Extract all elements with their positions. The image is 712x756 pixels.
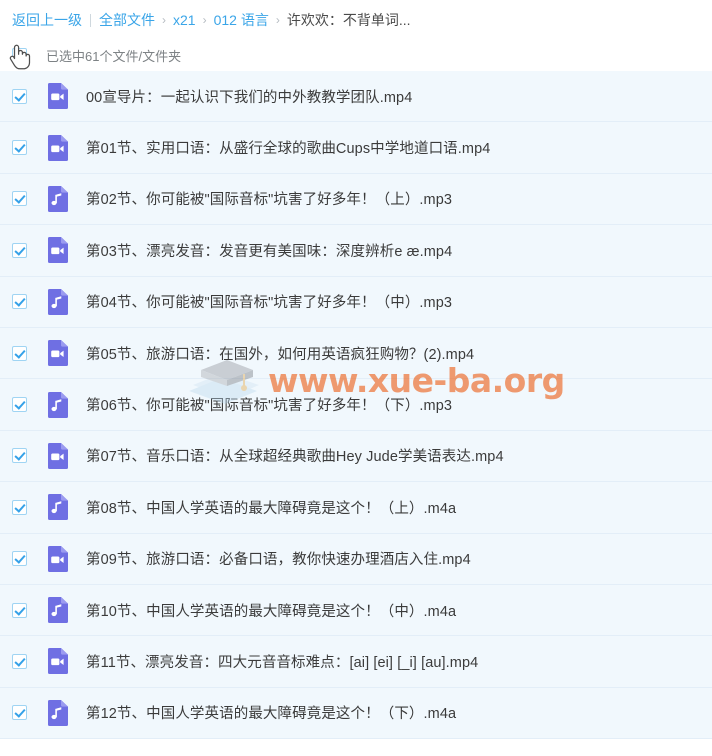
file-row[interactable]: 第12节、中国人学英语的最大障碍竟是这个！（下）.m4a bbox=[0, 687, 712, 740]
breadcrumb-separator-icon: › bbox=[162, 13, 166, 27]
breadcrumb-item-x21[interactable]: x21 bbox=[173, 12, 196, 28]
file-list: 00宣导片：一起认识下我们的中外教教学团队.mp4 第01节、实用口语：从盛行全球… bbox=[0, 71, 712, 740]
file-row[interactable]: 第03节、漂亮发音：发音更有美国味：深度辨析e æ.mp4 bbox=[0, 225, 712, 277]
video-file-icon bbox=[48, 237, 68, 264]
breadcrumb: 返回上一级 全部文件 › x21 › 012 语言 › 许欢欢：不背单词... bbox=[0, 0, 712, 40]
audio-file-icon bbox=[48, 699, 68, 726]
selection-summary-bar: 已选中61个文件/文件夹 bbox=[0, 40, 712, 71]
select-all-checkbox[interactable] bbox=[12, 48, 27, 63]
file-select-checkbox[interactable] bbox=[12, 551, 27, 567]
video-file-icon bbox=[48, 648, 68, 675]
audio-file-icon bbox=[48, 288, 68, 315]
file-name-label[interactable]: 第03节、漂亮发音：发音更有美国味：深度辨析e æ.mp4 bbox=[86, 240, 452, 261]
file-select-checkbox[interactable] bbox=[12, 345, 27, 361]
file-select-checkbox[interactable] bbox=[12, 88, 27, 104]
file-name-label[interactable]: 第02节、你可能被"国际音标"坑害了好多年！（上）.mp3 bbox=[86, 188, 452, 209]
audio-file-icon bbox=[48, 391, 68, 418]
video-file-icon bbox=[48, 545, 68, 572]
audio-file-icon bbox=[48, 597, 68, 624]
audio-file-icon bbox=[48, 185, 68, 212]
video-file-icon bbox=[46, 648, 68, 675]
file-row[interactable]: 第05节、旅游口语：在国外，如何用英语疯狂购物？(2).mp4 bbox=[0, 327, 712, 380]
file-row[interactable]: 第01节、实用口语：从盛行全球的歌曲Cups中学地道口语.mp4 bbox=[0, 122, 712, 175]
file-name-label[interactable]: 第04节、你可能被"国际音标"坑害了好多年！（中）.mp3 bbox=[86, 291, 452, 312]
audio-file-icon bbox=[46, 699, 68, 726]
audio-file-icon bbox=[46, 391, 68, 418]
file-row[interactable]: 第02节、你可能被"国际音标"坑害了好多年！（上）.mp3 bbox=[0, 173, 712, 226]
video-file-icon bbox=[46, 340, 68, 367]
video-file-icon bbox=[48, 340, 68, 367]
video-file-icon bbox=[48, 134, 68, 161]
file-select-checkbox[interactable] bbox=[12, 242, 27, 258]
file-row[interactable]: 第09节、旅游口语：必备口语，教你快速办理酒店入住.mp4 bbox=[0, 533, 712, 586]
file-row[interactable]: 第11节、漂亮发音：四大元音音标难点：[ai] [ei] [_i] [au].m… bbox=[0, 636, 712, 689]
breadcrumb-separator-icon: › bbox=[275, 13, 280, 27]
file-row[interactable]: 第06节、你可能被"国际音标"坑害了好多年！（下）.mp3 bbox=[0, 379, 712, 432]
audio-file-icon bbox=[46, 288, 68, 315]
file-name-label[interactable]: 第05节、旅游口语：在国外，如何用英语疯狂购物？(2).mp4 bbox=[86, 343, 474, 364]
video-file-icon bbox=[46, 134, 68, 161]
file-name-label[interactable]: 第08节、中国人学英语的最大障碍竟是这个！（上）.m4a bbox=[86, 497, 456, 518]
breadcrumb-vertical-divider bbox=[90, 13, 91, 27]
video-file-icon bbox=[48, 442, 68, 469]
breadcrumb-item-current: 许欢欢：不背单词... bbox=[286, 12, 411, 28]
file-select-checkbox[interactable] bbox=[12, 294, 27, 310]
file-name-label[interactable]: 第12节、中国人学英语的最大障碍竟是这个！（下）.m4a bbox=[86, 702, 456, 723]
audio-file-icon bbox=[48, 494, 68, 521]
file-name-label[interactable]: 第10节、中国人学英语的最大障碍竟是这个！（中）.m4a bbox=[86, 600, 456, 621]
audio-file-icon bbox=[46, 185, 68, 212]
audio-file-icon bbox=[46, 597, 68, 624]
breadcrumb-item-all-files[interactable]: 全部文件 bbox=[99, 10, 155, 30]
file-select-checkbox[interactable] bbox=[12, 397, 27, 413]
video-file-icon bbox=[46, 237, 68, 264]
file-select-checkbox[interactable] bbox=[12, 653, 27, 669]
file-name-label[interactable]: 00宣导片：一起认识下我们的中外教教学团队.mp4 bbox=[86, 86, 412, 107]
file-row[interactable]: 第07节、音乐口语：从全球超经典歌曲Hey Jude学美语表达.mp4 bbox=[0, 430, 712, 483]
file-row[interactable]: 00宣导片：一起认识下我们的中外教教学团队.mp4 bbox=[0, 71, 712, 123]
file-name-label[interactable]: 第07节、音乐口语：从全球超经典歌曲Hey Jude学美语表达.mp4 bbox=[86, 445, 504, 466]
file-select-checkbox[interactable] bbox=[12, 499, 27, 515]
selection-count-label: 已选中61个文件/文件夹 bbox=[46, 49, 182, 64]
video-file-icon bbox=[46, 545, 68, 572]
video-file-icon bbox=[46, 442, 68, 469]
video-file-icon bbox=[46, 83, 68, 110]
file-select-checkbox[interactable] bbox=[12, 448, 27, 464]
file-name-label[interactable]: 第01节、实用口语：从盛行全球的歌曲Cups中学地道口语.mp4 bbox=[86, 137, 490, 158]
video-file-icon bbox=[48, 83, 68, 110]
file-select-checkbox[interactable] bbox=[12, 191, 27, 207]
file-select-checkbox[interactable] bbox=[12, 140, 27, 156]
audio-file-icon bbox=[46, 494, 68, 521]
file-name-label[interactable]: 第06节、你可能被"国际音标"坑害了好多年！（下）.mp3 bbox=[86, 394, 452, 415]
file-select-checkbox[interactable] bbox=[12, 705, 27, 721]
file-row[interactable]: 第04节、你可能被"国际音标"坑害了好多年！（中）.mp3 bbox=[0, 276, 712, 329]
breadcrumb-back-link[interactable]: 返回上一级 bbox=[12, 10, 82, 30]
file-name-label[interactable]: 第09节、旅游口语：必备口语，教你快速办理酒店入住.mp4 bbox=[86, 548, 471, 569]
breadcrumb-separator-icon: › bbox=[202, 13, 207, 27]
breadcrumb-item-012-language[interactable]: 012 语言 bbox=[214, 10, 269, 30]
file-row[interactable]: 第08节、中国人学英语的最大障碍竟是这个！（上）.m4a bbox=[0, 482, 712, 534]
file-row[interactable]: 第10节、中国人学英语的最大障碍竟是这个！（中）.m4a bbox=[0, 584, 712, 637]
file-select-checkbox[interactable] bbox=[12, 602, 27, 618]
file-name-label[interactable]: 第11节、漂亮发音：四大元音音标难点：[ai] [ei] [_i] [au].m… bbox=[86, 651, 478, 672]
